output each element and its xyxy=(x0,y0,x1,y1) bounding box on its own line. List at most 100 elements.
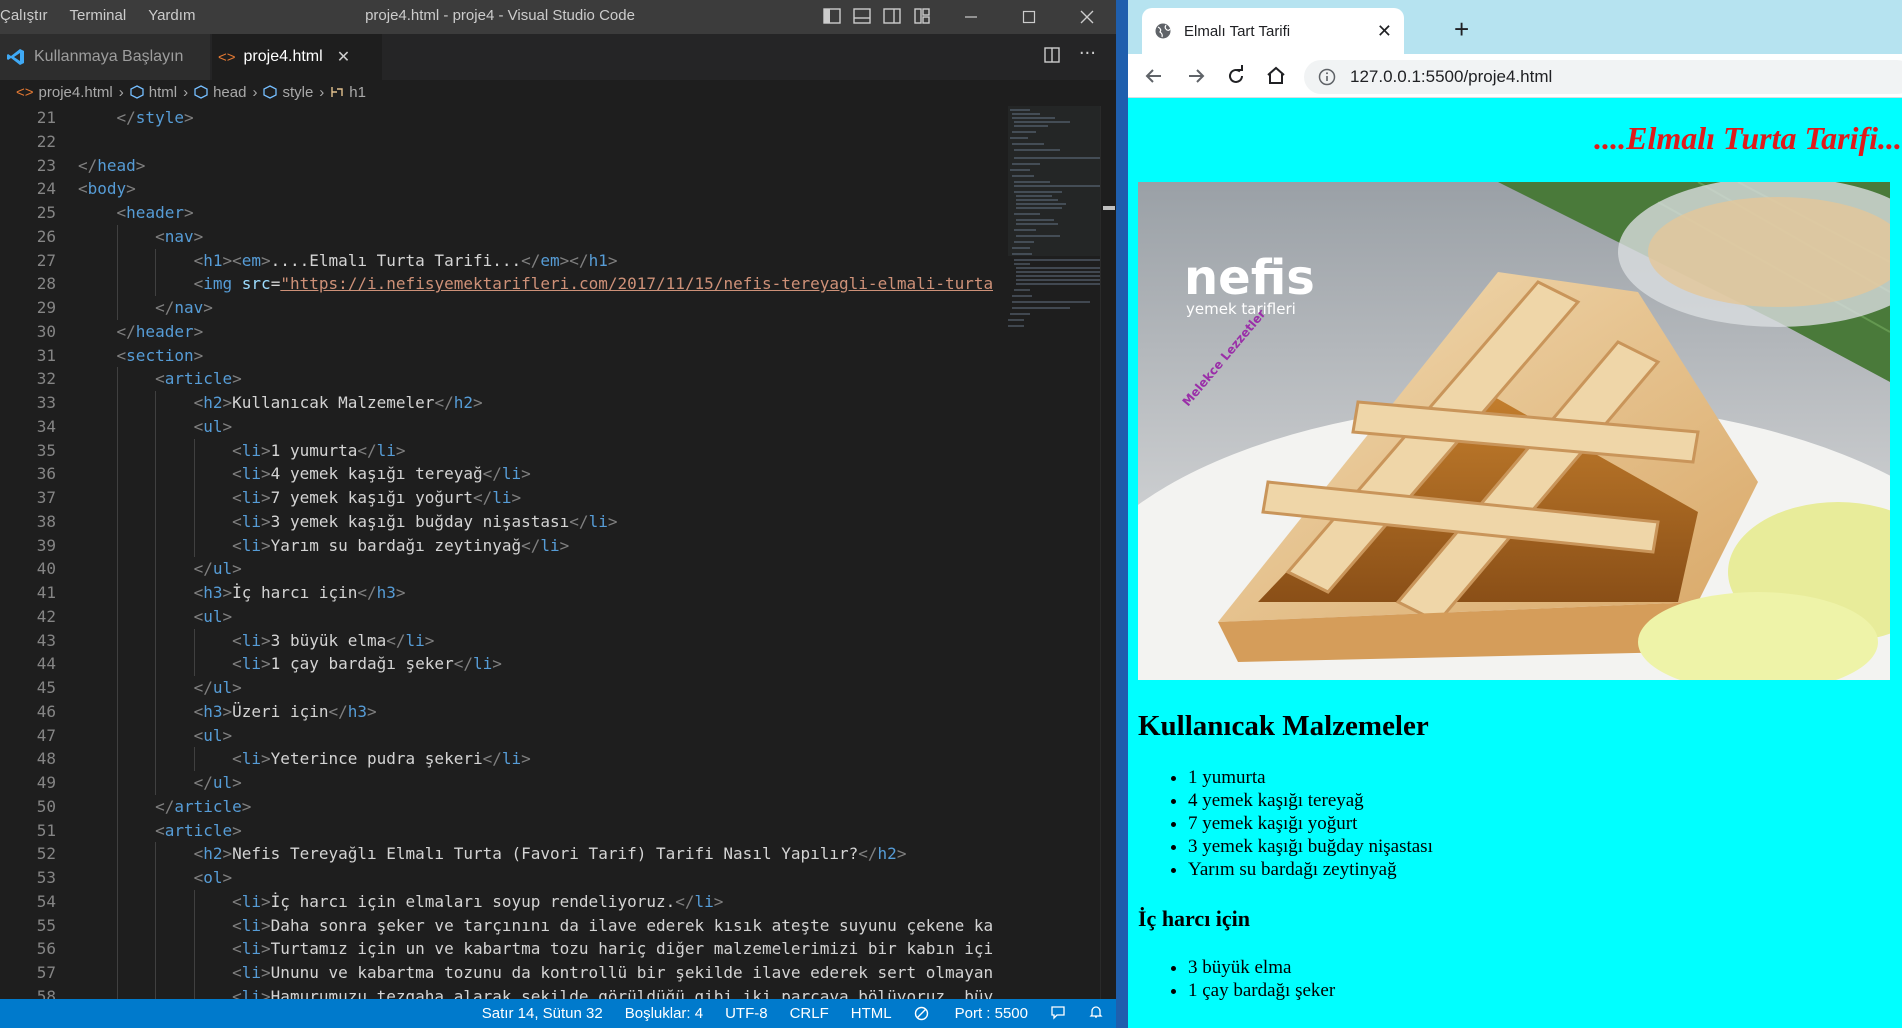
code-content[interactable]: </style> </head> <body> <header> <nav> <h1… xyxy=(78,106,993,999)
toggle-panel-icon[interactable] xyxy=(852,6,872,26)
file-encoding[interactable]: UTF-8 xyxy=(725,1005,768,1022)
back-arrow-icon[interactable] xyxy=(1142,64,1166,88)
line-number: 37 xyxy=(36,488,56,507)
line-number: 34 xyxy=(36,416,56,436)
code-line[interactable]: </ul> xyxy=(78,771,993,795)
code-line[interactable]: </ul> xyxy=(78,557,993,581)
line-number: 55 xyxy=(36,915,56,935)
line-number: 45 xyxy=(36,678,56,697)
code-line[interactable]: <article> xyxy=(78,367,993,391)
minimap[interactable] xyxy=(1000,106,1100,999)
code-line[interactable]: <ul> xyxy=(78,724,993,748)
list-item: 7 yemek kaşığı yoğurt xyxy=(1188,812,1433,835)
list-item: 1 yumurta xyxy=(1188,766,1433,789)
code-line[interactable]: <h2>Nefis Tereyağlı Elmalı Turta (Favori… xyxy=(78,842,993,866)
code-line[interactable]: <li>3 yemek kaşığı buğday nişastası</li> xyxy=(78,510,993,534)
line-number: 40 xyxy=(36,559,56,579)
minimize-button[interactable] xyxy=(942,0,1000,34)
minimap-preview xyxy=(1008,106,1100,327)
code-line[interactable] xyxy=(78,130,993,154)
toggle-primary-sidebar-icon[interactable] xyxy=(822,6,842,26)
code-line[interactable]: <img src="https://i.nefisyemektarifleri.… xyxy=(78,272,993,296)
code-line[interactable]: <h2>Kullanıcak Malzemeler</h2> xyxy=(78,391,993,415)
code-line[interactable]: <li>1 çay bardağı şeker</li> xyxy=(78,652,993,676)
breadcrumb-file[interactable]: <> proje4.html xyxy=(16,84,113,101)
close-tab-icon[interactable]: ✕ xyxy=(337,47,350,67)
breadcrumb-html[interactable]: html xyxy=(130,84,177,101)
forward-arrow-icon[interactable] xyxy=(1184,64,1208,88)
line-number: 24 xyxy=(36,179,56,199)
customize-layout-icon[interactable] xyxy=(912,6,932,26)
code-line[interactable]: <h1><em>....Elmalı Turta Tarifi...</em><… xyxy=(78,249,993,273)
code-line[interactable]: <li>Hamurumuzu tezgaha alarak şekilde gö… xyxy=(78,985,993,999)
code-line[interactable]: <ul> xyxy=(78,605,993,629)
site-info-icon[interactable] xyxy=(1318,68,1336,86)
code-line[interactable]: </ul> xyxy=(78,676,993,700)
list-item: 1 çay bardağı şeker xyxy=(1188,979,1335,1002)
code-line[interactable]: <li>3 büyük elma</li> xyxy=(78,629,993,653)
window-controls xyxy=(942,0,1116,34)
line-number: 56 xyxy=(36,939,56,959)
code-line[interactable]: </head> xyxy=(78,154,993,178)
code-line[interactable]: <article> xyxy=(78,819,993,843)
code-line[interactable]: <li>Yarım su bardağı zeytinyağ</li> xyxy=(78,534,993,558)
code-line[interactable]: <li>Turtamız için un ve kabartma tozu ha… xyxy=(78,937,993,961)
feedback-icon[interactable] xyxy=(1050,1004,1066,1024)
line-number: 46 xyxy=(36,701,56,721)
breadcrumb-h1[interactable]: h1 xyxy=(330,84,366,101)
breadcrumb-style[interactable]: style xyxy=(263,84,313,101)
maximize-button[interactable] xyxy=(1000,0,1058,34)
code-line[interactable]: <li>7 yemek kaşığı yoğurt</li> xyxy=(78,486,993,510)
page-viewport: ....Elmalı Turta Tarifi... nefis yemek t… xyxy=(1128,98,1902,1028)
code-line[interactable]: <li>Yeterince pudra şekeri</li> xyxy=(78,747,993,771)
line-number: 38 xyxy=(36,511,56,531)
breadcrumb-head[interactable]: head xyxy=(194,84,246,101)
toggle-secondary-sidebar-icon[interactable] xyxy=(882,6,902,26)
code-line[interactable]: <li>Ununu ve kabartma tozunu da kontroll… xyxy=(78,961,993,985)
line-number: 43 xyxy=(36,630,56,650)
browser-tab[interactable]: Elmalı Tart Tarifi ✕ xyxy=(1142,8,1404,54)
vertical-scrollbar[interactable] xyxy=(1100,106,1116,999)
list-item: 3 yemek kaşığı buğday nişastası xyxy=(1188,835,1433,858)
code-line[interactable]: </nav> xyxy=(78,296,993,320)
end-of-line[interactable]: CRLF xyxy=(790,1005,829,1022)
code-line[interactable]: </article> xyxy=(78,795,993,819)
code-line[interactable]: <nav> xyxy=(78,225,993,249)
language-mode[interactable]: HTML xyxy=(851,1005,892,1022)
line-number: 31 xyxy=(36,345,56,365)
split-editor-icon[interactable] xyxy=(1043,46,1061,64)
line-number: 44 xyxy=(36,654,56,674)
code-line[interactable]: <li>Daha sonra şeker ve tarçınını da ila… xyxy=(78,914,993,938)
close-window-button[interactable] xyxy=(1058,0,1116,34)
code-line[interactable]: <ol> xyxy=(78,866,993,890)
code-line[interactable]: <ul> xyxy=(78,415,993,439)
notifications-bell-icon[interactable] xyxy=(1088,1004,1104,1024)
line-number: 25 xyxy=(36,203,56,222)
reload-icon[interactable] xyxy=(1224,64,1248,88)
new-tab-button[interactable]: + xyxy=(1454,14,1469,45)
more-actions-icon[interactable]: ··· xyxy=(1079,45,1096,64)
code-line[interactable]: <body> xyxy=(78,177,993,201)
cursor-position[interactable]: Satır 14, Sütun 32 xyxy=(482,1005,603,1022)
code-line[interactable]: <li>4 yemek kaşığı tereyağ</li> xyxy=(78,462,993,486)
code-line[interactable]: <li>1 yumurta</li> xyxy=(78,439,993,463)
address-bar[interactable]: 127.0.0.1:5500/proje4.html xyxy=(1304,60,1902,94)
tab-welcome[interactable]: Kullanmaya Başlayın xyxy=(0,34,210,80)
code-line[interactable]: <h3>Üzeri için</h3> xyxy=(78,700,993,724)
indentation[interactable]: Boşluklar: 4 xyxy=(625,1005,703,1022)
close-tab-icon[interactable]: ✕ xyxy=(1377,21,1392,42)
tab-proje4-html[interactable]: <> proje4.html ✕ xyxy=(212,34,382,80)
live-server-port[interactable]: Port : 5500 xyxy=(914,1005,1028,1022)
code-editor[interactable]: 21 22 23 24 25 26 27 28 29 30 31 32 33 34 35 36 37 38 39 40… xyxy=(0,106,1000,999)
breadcrumb-label: html xyxy=(148,83,178,101)
code-line[interactable]: <li>İç harcı için elmaları soyup rendeli… xyxy=(78,890,993,914)
code-line[interactable]: <h3>İç harcı için</h3> xyxy=(78,581,993,605)
home-icon[interactable] xyxy=(1264,64,1288,88)
code-line[interactable]: <header> xyxy=(78,201,993,225)
code-line[interactable]: </style> xyxy=(78,106,993,130)
code-line[interactable]: </header> xyxy=(78,320,993,344)
line-number: 26 xyxy=(36,226,56,246)
apple-pie-image: nefis yemek tarifleri Melekce Lezzetler xyxy=(1138,182,1890,680)
code-line[interactable]: <section> xyxy=(78,344,993,368)
list-item: 4 yemek kaşığı tereyağ xyxy=(1188,789,1433,812)
